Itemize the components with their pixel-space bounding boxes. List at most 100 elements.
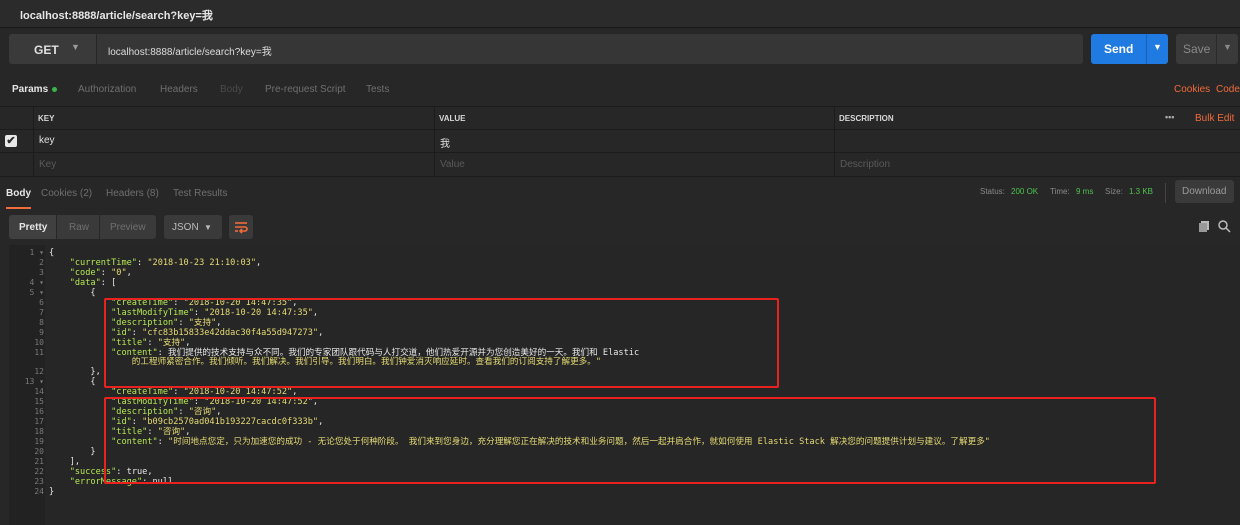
tab-response-body[interactable]: Body <box>6 188 31 209</box>
preview-button[interactable]: Preview <box>100 215 156 239</box>
line-number: 11 <box>34 347 44 357</box>
code-line: "data": [ <box>69 277 117 288</box>
new-description-input[interactable]: Description <box>835 153 1240 176</box>
new-value-input[interactable]: Value <box>435 153 835 176</box>
save-divider <box>1216 34 1217 64</box>
tab-params-label: Params <box>12 84 49 95</box>
line-number: 15 <box>34 397 44 407</box>
line-number: 13 ▾ <box>24 377 44 387</box>
code-link[interactable]: Code <box>1216 84 1240 95</box>
window-title: localhost:8888/article/search?key=我 <box>20 10 213 22</box>
header-description-label: DESCRIPTION <box>839 114 894 123</box>
tab-params[interactable]: Params <box>12 84 58 95</box>
line-number: 17 <box>34 417 44 427</box>
raw-button[interactable]: Raw <box>57 215 99 239</box>
line-number: 22 <box>34 466 44 476</box>
line-number: 8 <box>39 317 44 327</box>
size-label: Size: <box>1105 187 1123 196</box>
save-menu-chevron-icon[interactable]: ▼ <box>1223 42 1232 52</box>
tab-response-cookies[interactable]: Cookies (2) <box>41 188 92 199</box>
time-label: Time: <box>1050 187 1070 196</box>
header-value-label: VALUE <box>439 114 466 123</box>
copy-icon[interactable] <box>1198 220 1210 232</box>
pretty-button[interactable]: Pretty <box>9 215 56 239</box>
more-options-icon[interactable]: ••• <box>1165 112 1174 122</box>
response-body-editor[interactable]: 1 ▾ 2 3 4 ▾ 5 ▾ 6 7 8 9 10 11 12 13 ▾ 14 15 … <box>9 245 1240 525</box>
line-number: 12 <box>34 367 44 377</box>
download-label: Download <box>1182 186 1227 197</box>
wrap-lines-icon <box>235 222 248 234</box>
code-line: "createTime": "2018-10-20 14:47:52", <box>111 387 298 398</box>
tab-test-results[interactable]: Test Results <box>173 188 227 199</box>
line-number: 16 <box>34 407 44 417</box>
line-number: 20 <box>34 447 44 456</box>
save-label: Save <box>1183 42 1211 56</box>
tab-tests[interactable]: Tests <box>366 84 389 95</box>
raw-label: Raw <box>69 222 90 233</box>
pretty-label: Pretty <box>19 222 48 233</box>
size-value: 1.3 KB <box>1129 187 1154 196</box>
tab-pre-request-script[interactable]: Pre-request Script <box>265 84 346 95</box>
param-key-cell[interactable]: key <box>34 129 435 152</box>
chevron-down-icon: ▼ <box>71 42 80 52</box>
param-description-cell[interactable] <box>835 129 1240 152</box>
highlight-box-second-item <box>104 397 1156 484</box>
header-key-label: KEY <box>38 114 55 123</box>
line-number: 23 <box>34 476 44 486</box>
divider <box>1165 183 1166 203</box>
line-number: 9 <box>39 327 44 337</box>
code-line: ], <box>49 456 81 467</box>
line-number: 14 <box>34 387 44 397</box>
table-row-new: Key Value Description <box>0 153 1240 177</box>
request-tabs: Params Authorization Headers Body Pre-re… <box>0 78 1240 102</box>
window-title-bar: localhost:8888/article/search?key=我 <box>0 0 1240 28</box>
response-tabs: Body Cookies (2) Headers (8) Test Result… <box>0 180 1240 209</box>
param-value: 我 <box>440 139 450 150</box>
cookies-link[interactable]: Cookies <box>1174 84 1210 95</box>
send-button[interactable]: Send ▼ <box>1091 34 1168 64</box>
tab-response-headers[interactable]: Headers (8) <box>106 188 159 199</box>
code-line: { <box>49 287 96 298</box>
code-line: }, <box>49 367 101 378</box>
send-divider <box>1146 34 1147 64</box>
line-number-gutter: 1 ▾ 2 3 4 ▾ 5 ▾ 6 7 8 9 10 11 12 13 ▾ 14 15 … <box>9 245 45 525</box>
line-number: 5 ▾ <box>29 287 44 297</box>
new-value-placeholder: Value <box>440 159 465 170</box>
line-number: 6 <box>39 297 44 307</box>
param-value-cell[interactable]: 我 <box>435 129 835 152</box>
download-button[interactable]: Download <box>1175 180 1234 203</box>
param-checkbox[interactable]: ✔ <box>5 135 17 147</box>
code-line: "currentTime": "2018-10-23 21:10:03", <box>69 257 262 268</box>
send-menu-chevron-icon[interactable]: ▼ <box>1153 42 1162 52</box>
method-select[interactable]: GET ▼ <box>9 34 96 64</box>
code-line: "code": "0", <box>69 267 132 278</box>
new-key-input[interactable]: Key <box>34 153 435 176</box>
new-description-placeholder: Description <box>840 159 891 170</box>
new-key-placeholder: Key <box>39 159 57 170</box>
code-line: } <box>49 447 96 457</box>
tab-body[interactable]: Body <box>220 84 243 95</box>
wrap-lines-button[interactable] <box>229 215 253 239</box>
tab-headers[interactable]: Headers <box>160 84 198 95</box>
new-param-check-cell <box>0 153 34 176</box>
line-number: 21 <box>34 456 44 466</box>
send-label: Send <box>1104 42 1134 56</box>
param-checkbox-cell: ✔ <box>0 129 34 152</box>
status-badge: 200 OK <box>1011 187 1039 196</box>
time-value: 9 ms <box>1076 187 1094 196</box>
search-icon[interactable] <box>1217 219 1231 233</box>
highlight-box-first-item <box>104 298 779 388</box>
format-select[interactable]: JSON ▼ <box>164 215 222 239</box>
line-number: 18 <box>34 427 44 437</box>
url-text: localhost:8888/article/search?key=我 <box>108 47 272 58</box>
tab-authorization[interactable]: Authorization <box>78 84 136 95</box>
bulk-edit-link[interactable]: Bulk Edit <box>1195 113 1234 124</box>
chevron-down-icon: ▼ <box>204 223 212 232</box>
url-input[interactable]: localhost:8888/article/search?key=我 <box>97 34 1083 64</box>
code-line: { <box>49 248 55 258</box>
save-button[interactable]: Save ▼ <box>1176 34 1238 64</box>
method-label: GET <box>34 43 59 57</box>
params-header-description: DESCRIPTION ••• Bulk Edit <box>835 107 1240 130</box>
line-number: 3 <box>39 267 44 277</box>
line-number: 2 <box>39 257 44 267</box>
